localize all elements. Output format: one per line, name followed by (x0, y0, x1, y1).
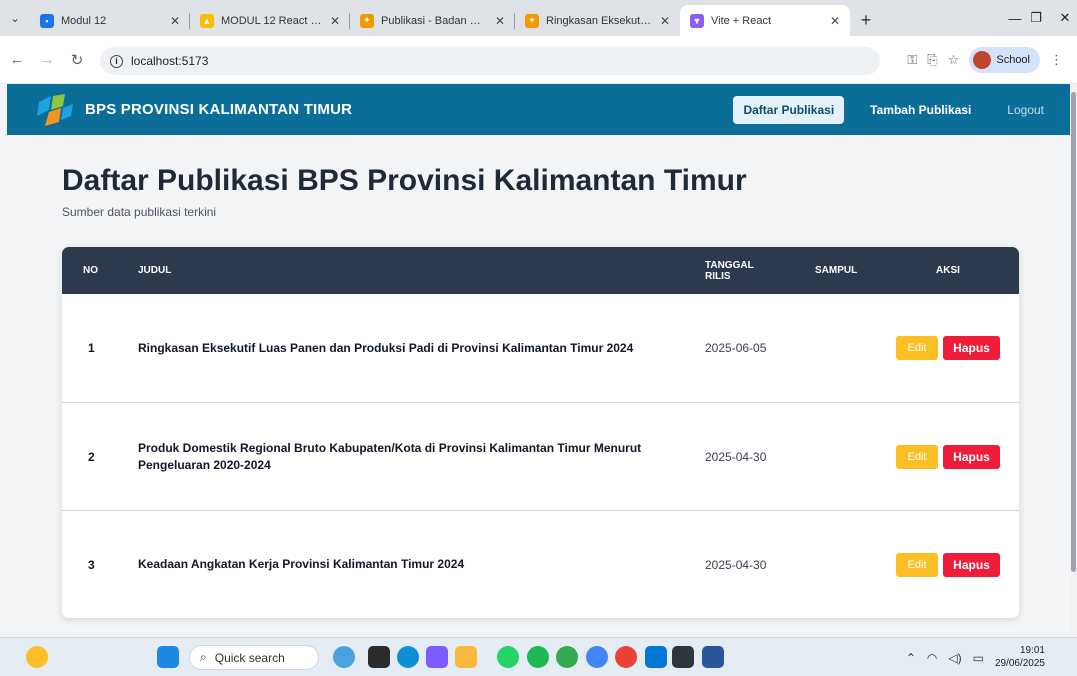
forward-icon[interactable]: → (34, 47, 60, 73)
row-title: Keadaan Angkatan Kerja Provinsi Kalimant… (138, 557, 465, 572)
close-tab-icon[interactable]: ✕ (170, 14, 180, 28)
password-key-icon[interactable]: ⚿ (907, 52, 917, 68)
page-title: Daftar Publikasi BPS Provinsi Kalimantan… (62, 164, 747, 197)
col-sampul: SAMPUL (815, 265, 858, 276)
wifi-icon[interactable]: ◠ (927, 651, 937, 665)
task-view-icon[interactable] (368, 646, 390, 668)
translate-icon[interactable]: ⎘ (927, 52, 937, 68)
browser-tab[interactable]: ▲ MODUL 12 React JS & Ta ✕ (190, 5, 350, 36)
start-icon[interactable] (157, 646, 179, 668)
volume-icon[interactable]: ◁) (948, 651, 961, 665)
delete-button[interactable]: Hapus (943, 336, 1000, 360)
close-tab-icon[interactable]: ✕ (330, 14, 340, 28)
table-row: 2 Produk Domestik Regional Bruto Kabupat… (62, 402, 1019, 510)
main-nav: Daftar Publikasi Tambah Publikasi Logout (733, 84, 1070, 135)
reload-icon[interactable]: ↻ (64, 47, 90, 73)
system-tray: ⌃ ◠ ◁) ▭ 19:01 29/06/2025 (906, 638, 1045, 676)
row-release-date: 2025-04-30 (705, 449, 767, 464)
edit-button[interactable]: Edit (896, 552, 938, 577)
chevron-up-icon[interactable]: ⌃ (906, 651, 916, 665)
page-subtitle: Sumber data publikasi terkini (62, 205, 217, 219)
table-row: 3 Keadaan Angkatan Kerja Provinsi Kalima… (62, 510, 1019, 618)
row-title: Produk Domestik Regional Bruto Kabupaten… (138, 441, 642, 472)
clock[interactable]: 19:01 29/06/2025 (995, 645, 1045, 670)
publication-table: NO JUDUL TANGGAL RILIS SAMPUL AKSI 1 Rin… (62, 247, 1019, 618)
row-title: Ringkasan Eksekutif Luas Panen dan Produ… (138, 340, 634, 355)
edit-button[interactable]: Edit (896, 444, 938, 469)
avatar (973, 51, 992, 69)
scrollbar-thumb[interactable] (1071, 92, 1076, 572)
brand-title: BPS PROVINSI KALIMANTAN TIMUR (85, 101, 353, 118)
nav-tambah-publikasi[interactable]: Tambah Publikasi (860, 96, 981, 124)
app-header: BPS PROVINSI KALIMANTAN TIMUR Daftar Pub… (7, 84, 1070, 135)
address-bar-row: ← → ↻ i localhost:5173 ⚿ ⎘ ☆ School ⋮ (0, 36, 1077, 84)
back-icon[interactable]: ← (4, 47, 30, 73)
search-icon: ⌕ (200, 650, 207, 664)
bps-icon: ✦ (360, 13, 374, 28)
tab-search-icon[interactable]: ⌄ (0, 0, 30, 36)
col-no: NO (83, 265, 98, 276)
chrome-school-icon[interactable] (615, 646, 637, 668)
battery-icon[interactable]: ▭ (973, 651, 984, 665)
bps-logo-icon (33, 92, 75, 128)
bps-icon: ✦ (525, 13, 539, 28)
browser-tab-bar: ⌄ ▪ Modul 12 ✕ ▲ MODUL 12 React JS & Ta … (0, 0, 1077, 36)
table-row: 1 Ringkasan Eksekutif Luas Panen dan Pro… (62, 294, 1019, 402)
col-judul: JUDUL (138, 265, 172, 276)
col-tanggal-rilis: TANGGAL RILIS (705, 259, 754, 282)
browser-tab-active[interactable]: ▼ Vite + React ✕ (680, 5, 850, 36)
row-number: 1 (88, 341, 95, 355)
delete-button[interactable]: Hapus (943, 444, 1000, 469)
weather-icon[interactable] (26, 646, 48, 668)
os-taskbar: ⌕ Quick search ⌃ ◠ ◁) ▭ 19:01 29/06/2025 (0, 637, 1077, 676)
file-explorer-icon[interactable] (455, 646, 477, 668)
nav-logout[interactable]: Logout (997, 96, 1054, 124)
row-release-date: 2025-06-05 (705, 341, 767, 355)
terminal-icon[interactable] (672, 646, 694, 668)
chrome-icon[interactable] (556, 646, 578, 668)
taskbar-search[interactable]: ⌕ Quick search (189, 645, 319, 670)
site-info-icon[interactable]: i (110, 54, 123, 68)
spotify-icon[interactable] (527, 646, 549, 668)
edge-icon[interactable] (397, 646, 419, 668)
new-tab-icon[interactable]: + (850, 5, 882, 36)
browser-tab[interactable]: ✦ Publikasi - Badan Pusat S ✕ (350, 5, 515, 36)
row-number: 3 (88, 557, 95, 572)
profile-button[interactable]: School (969, 47, 1040, 73)
vscode-icon[interactable] (645, 646, 667, 668)
close-tab-icon[interactable]: ✕ (660, 14, 670, 28)
classroom-icon: ▪ (40, 13, 54, 28)
delete-button[interactable]: Hapus (943, 552, 1000, 577)
bookmark-star-icon[interactable]: ☆ (948, 52, 960, 68)
vite-icon: ▼ (690, 13, 704, 28)
word-icon[interactable] (702, 646, 724, 668)
copilot-app-icon[interactable] (426, 646, 448, 668)
chrome-profile-icon[interactable] (586, 646, 608, 668)
drive-icon: ▲ (200, 13, 214, 28)
edit-button[interactable]: Edit (896, 336, 938, 360)
row-release-date: 2025-04-30 (705, 557, 767, 572)
close-tab-icon[interactable]: ✕ (495, 14, 505, 28)
browser-tab[interactable]: ✦ Ringkasan Eksekutif Luas ✕ (515, 5, 680, 36)
copilot-icon[interactable] (333, 646, 355, 668)
menu-kebab-icon[interactable]: ⋮ (1050, 52, 1063, 68)
browser-tab[interactable]: ▪ Modul 12 ✕ (30, 5, 190, 36)
nav-daftar-publikasi[interactable]: Daftar Publikasi (733, 95, 845, 124)
close-tab-icon[interactable]: ✕ (830, 14, 840, 28)
close-window-icon[interactable]: ✕ (1045, 0, 1077, 36)
row-number: 2 (88, 449, 95, 464)
table-header: NO JUDUL TANGGAL RILIS SAMPUL AKSI (62, 247, 1019, 294)
whatsapp-icon[interactable] (497, 646, 519, 668)
url-field[interactable]: i localhost:5173 (100, 47, 880, 75)
col-aksi: AKSI (936, 265, 960, 276)
